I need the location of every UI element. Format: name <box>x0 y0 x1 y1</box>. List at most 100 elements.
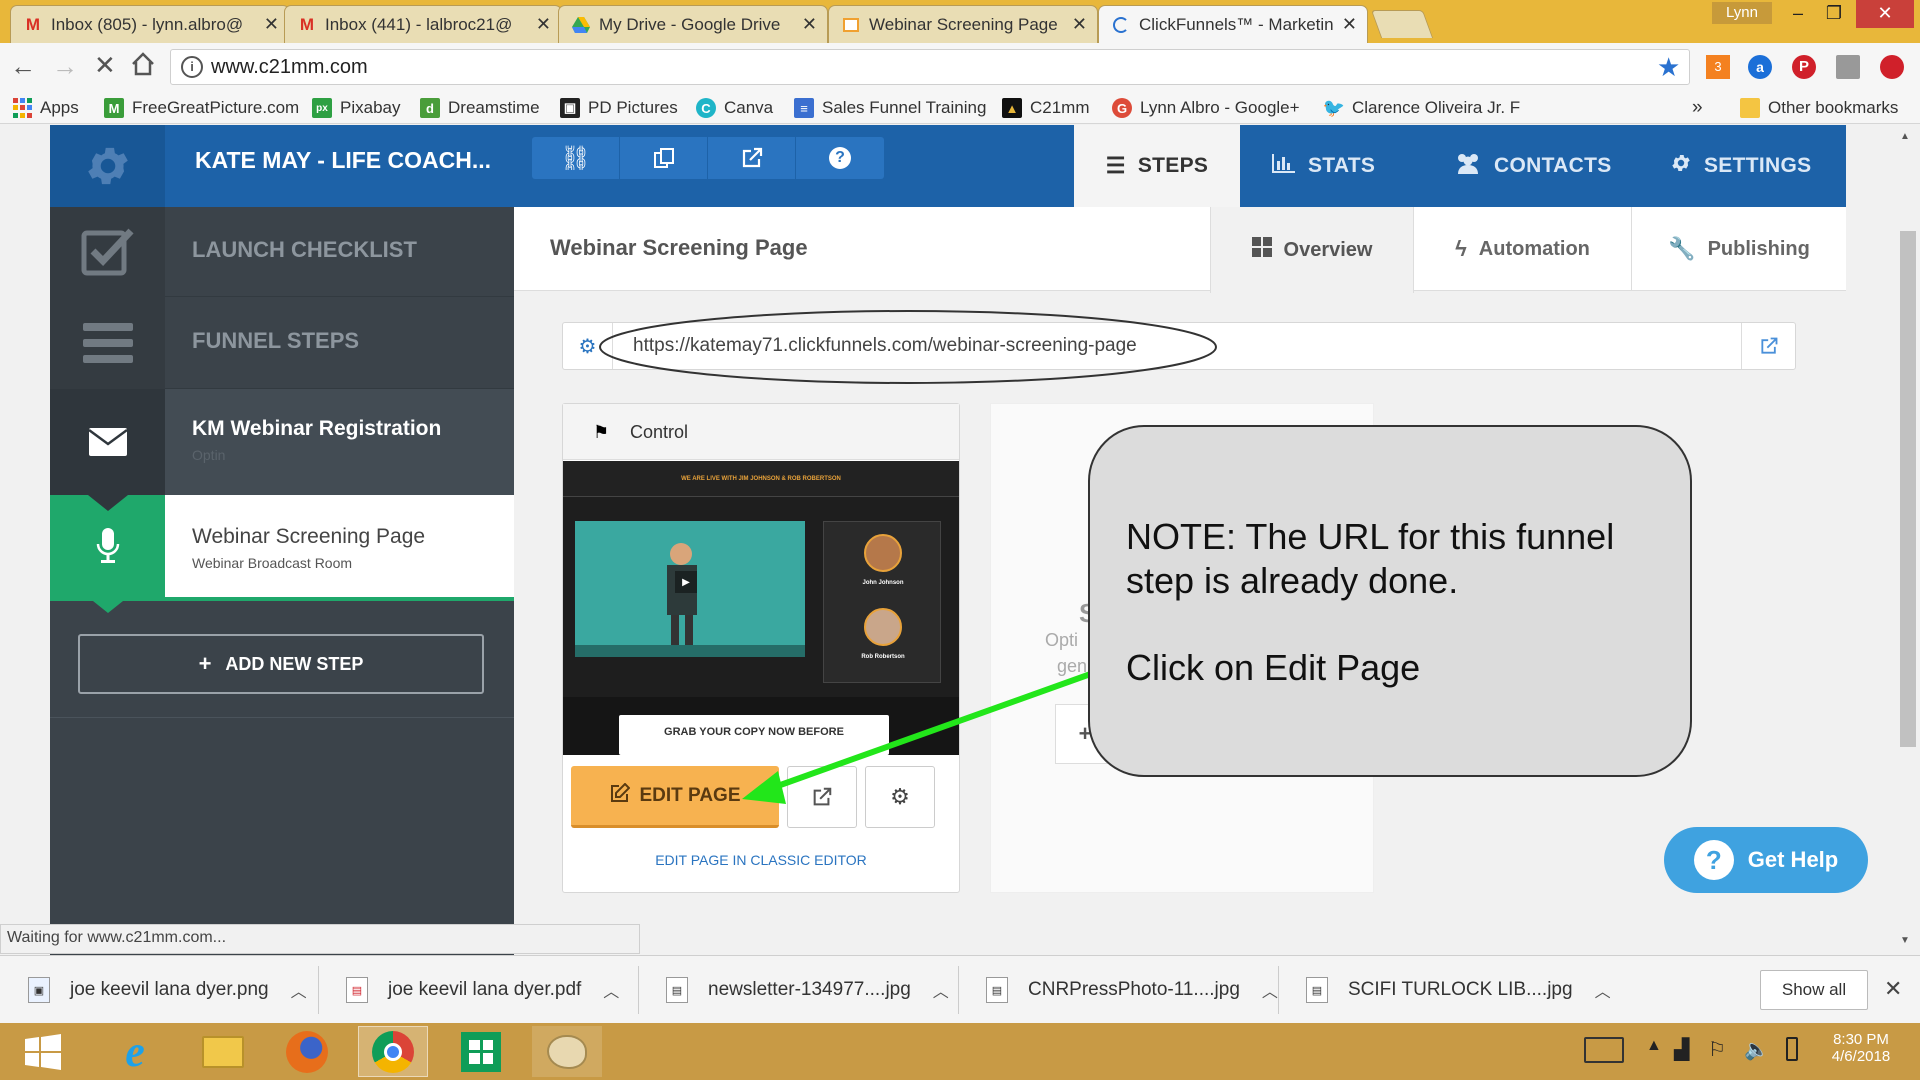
sidebar-launch-checklist[interactable]: LAUNCH CHECKLIST <box>50 207 514 297</box>
restore-button[interactable]: ❐ <box>1812 0 1856 28</box>
pinterest-extension-icon[interactable]: P <box>1792 55 1816 79</box>
volume-icon[interactable]: 🔈 <box>1744 1037 1769 1062</box>
scroll-up-arrow-icon[interactable]: ▲ <box>1900 131 1910 142</box>
tab-gmail-inbox-805[interactable]: M Inbox (805) - lynn.albro@ ✕ <box>10 5 290 43</box>
menu-extension-icon[interactable] <box>1880 55 1904 79</box>
tab-automation[interactable]: ϟ Automation <box>1414 207 1632 291</box>
funnel-name[interactable]: KATE MAY - LIFE COACH... <box>195 147 491 174</box>
rss-extension-icon[interactable]: 3 <box>1706 55 1730 79</box>
step-url-field[interactable]: ⚙ https://katemay71.clickfunnels.com/web… <box>562 322 1796 370</box>
bookmark-sales-funnel-training[interactable]: ≡ Sales Funnel Training <box>794 96 986 120</box>
thumb-host1-photo <box>864 534 902 572</box>
action-center-flag-icon[interactable]: ⚐ <box>1708 1037 1726 1062</box>
scroll-down-arrow-icon[interactable]: ▼ <box>1900 935 1910 946</box>
show-hidden-icons-chevron[interactable]: ▲ <box>1646 1037 1662 1055</box>
funnel-settings-gear-icon[interactable] <box>50 125 165 207</box>
taskbar-clock[interactable]: 8:30 PM 4/6/2018 <box>1818 1031 1904 1065</box>
address-bar[interactable]: i www.c21mm.com ★ <box>170 49 1690 85</box>
battery-icon[interactable] <box>1786 1037 1798 1061</box>
close-tab-icon[interactable]: ✕ <box>264 14 279 35</box>
page-thumbnail[interactable]: WE ARE LIVE WITH JIM JOHNSON & ROB ROBER… <box>563 461 959 755</box>
nav-settings[interactable]: SETTINGS <box>1670 125 1811 207</box>
bookmark-label: Sales Funnel Training <box>822 98 987 117</box>
more-bookmarks-chevron[interactable]: » <box>1692 96 1703 120</box>
close-tab-icon[interactable]: ✕ <box>1072 14 1087 35</box>
chevron-up-icon[interactable]: ︿ <box>291 978 307 1002</box>
paint-icon[interactable] <box>532 1026 602 1077</box>
windows-start-icon[interactable] <box>8 1026 78 1077</box>
chevron-up-icon[interactable]: ︿ <box>933 978 949 1002</box>
tab-title: My Drive - Google Drive <box>599 14 781 34</box>
file-explorer-icon[interactable] <box>188 1026 258 1077</box>
forward-arrow-icon[interactable]: → <box>52 51 78 82</box>
tab-clickfunnels[interactable]: ClickFunnels™ - Marketin ✕ <box>1098 5 1368 43</box>
chevron-up-icon[interactable]: ︿ <box>1595 978 1611 1002</box>
page-scrollbar[interactable]: ▲ ▼ <box>1896 125 1920 955</box>
bookmark-lynn-albro-google[interactable]: G Lynn Albro - Google+ <box>1112 96 1300 120</box>
variant-settings-gear-button[interactable]: ⚙ <box>865 766 935 828</box>
show-all-downloads-button[interactable]: Show all <box>1760 970 1868 1010</box>
close-tab-icon[interactable]: ✕ <box>802 14 817 35</box>
tab-webinar-screening-page[interactable]: Webinar Screening Page ✕ <box>828 5 1098 43</box>
tab-google-drive[interactable]: My Drive - Google Drive ✕ <box>558 5 828 43</box>
edit-classic-editor-link[interactable]: EDIT PAGE IN CLASSIC EDITOR <box>563 852 959 868</box>
close-tab-icon[interactable]: ✕ <box>1342 14 1357 35</box>
copy-icon[interactable] <box>620 137 708 179</box>
add-new-step-button[interactable]: + ADD NEW STEP <box>78 634 484 694</box>
help-question-icon[interactable]: ? <box>796 137 884 179</box>
close-tab-icon[interactable]: ✕ <box>536 14 551 35</box>
download-item[interactable]: ▤ newsletter-134977....jpg ︿ <box>666 956 949 1024</box>
nav-stats[interactable]: STATS <box>1272 125 1375 207</box>
bookmark-clarence-oliveira[interactable]: 🐦 Clarence Oliveira Jr. F <box>1323 96 1520 120</box>
tab-publishing[interactable]: 🔧 Publishing <box>1632 207 1846 291</box>
profile-name[interactable]: Lynn <box>1712 2 1772 24</box>
internet-explorer-icon[interactable]: e <box>100 1026 170 1077</box>
back-arrow-icon[interactable]: ← <box>10 51 36 82</box>
bookmark-pixabay[interactable]: px Pixabay <box>312 96 400 120</box>
info-icon[interactable]: i <box>181 56 203 78</box>
download-filename: joe keevil lana dyer.png <box>70 979 269 1000</box>
adblock-extension-icon[interactable]: a <box>1748 55 1772 79</box>
open-url-external-icon[interactable] <box>1741 323 1796 369</box>
stop-loading-icon[interactable]: ✕ <box>94 50 116 81</box>
download-item[interactable]: ▣ joe keevil lana dyer.png ︿ <box>28 956 307 1024</box>
new-tab-button[interactable] <box>1370 10 1434 38</box>
profile-extension-icon[interactable] <box>1836 55 1860 79</box>
touch-keyboard-icon[interactable] <box>1584 1037 1624 1063</box>
thumb-video-controls <box>575 645 805 657</box>
bookmark-dreamstime[interactable]: d Dreamstime <box>420 96 540 120</box>
network-signal-icon[interactable]: ▟ <box>1674 1037 1689 1062</box>
chevron-up-icon[interactable]: ︿ <box>603 978 619 1002</box>
external-link-icon[interactable] <box>708 137 796 179</box>
firefox-icon[interactable] <box>272 1026 342 1077</box>
bookmark-star-icon[interactable]: ★ <box>1657 52 1680 83</box>
scrollbar-thumb[interactable] <box>1900 231 1916 747</box>
download-item[interactable]: ▤ SCIFI TURLOCK LIB....jpg ︿ <box>1306 956 1611 1024</box>
bookmark-canva[interactable]: C Canva <box>696 96 773 120</box>
sidebar-step-km-webinar-registration[interactable]: KM Webinar Registration Optin <box>50 389 514 511</box>
bookmark-apps[interactable]: Apps <box>12 96 79 120</box>
link-icon[interactable]: ⛓ <box>532 137 620 179</box>
store-icon[interactable] <box>446 1026 516 1077</box>
bookmark-freegreatpicture[interactable]: M FreeGreatPicture.com <box>104 96 299 120</box>
download-item[interactable]: ▤ joe keevil lana dyer.pdf ︿ <box>346 956 619 1024</box>
home-icon[interactable] <box>130 51 156 82</box>
bookmark-other[interactable]: Other bookmarks <box>1740 96 1898 120</box>
bookmark-pd-pictures[interactable]: ▣ PD Pictures <box>560 96 678 120</box>
preview-page-button[interactable] <box>787 766 857 828</box>
tab-overview[interactable]: Overview <box>1210 207 1414 293</box>
close-window-button[interactable]: ✕ <box>1856 0 1914 28</box>
get-help-button[interactable]: ? Get Help <box>1664 827 1868 893</box>
download-item[interactable]: ▤ CNRPressPhoto-11....jpg ︿ <box>986 956 1278 1024</box>
nav-steps[interactable]: ☰ STEPS <box>1074 125 1240 207</box>
chrome-icon[interactable] <box>358 1026 428 1077</box>
sidebar-funnel-steps[interactable]: FUNNEL STEPS <box>50 297 514 389</box>
url-settings-gear-icon[interactable]: ⚙ <box>563 323 613 369</box>
tab-gmail-inbox-441[interactable]: M Inbox (441) - lalbroc21@ ✕ <box>284 5 562 43</box>
close-download-shelf-icon[interactable]: ✕ <box>1884 976 1902 1002</box>
chevron-up-icon[interactable]: ︿ <box>1262 978 1278 1002</box>
nav-contacts[interactable]: CONTACTS <box>1454 125 1612 207</box>
bookmark-c21mm[interactable]: ▲ C21mm <box>1002 96 1090 120</box>
edit-page-button[interactable]: EDIT PAGE <box>571 766 779 828</box>
tab-publishing-label: Publishing <box>1707 237 1810 260</box>
